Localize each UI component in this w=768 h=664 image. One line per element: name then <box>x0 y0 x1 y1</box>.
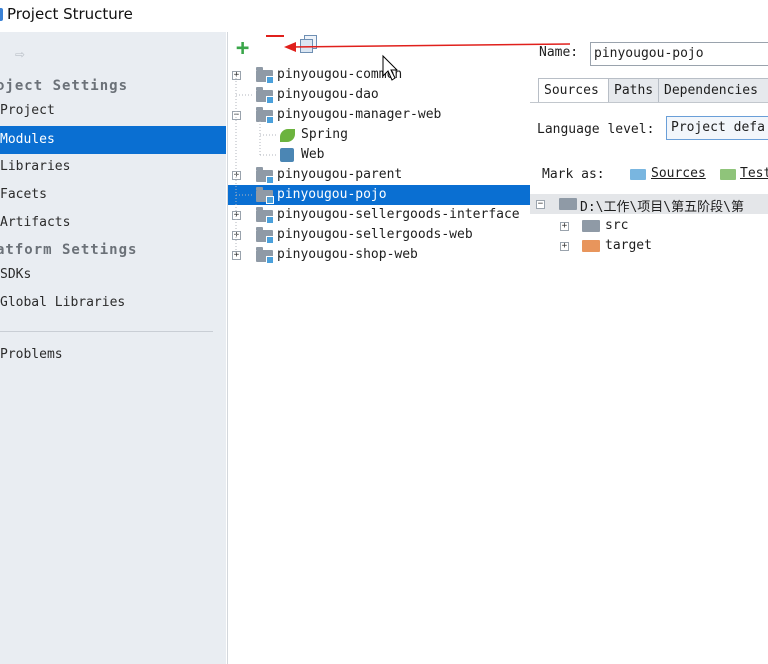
window-title: Project Structure <box>7 5 133 23</box>
platform-settings-header: atform Settings <box>0 242 138 258</box>
tree-row-label: pinyougou-shop-web <box>277 247 418 262</box>
language-level-select[interactable]: Project defa <box>666 116 768 140</box>
add-icon[interactable]: + <box>236 36 249 61</box>
sidebar-item-problems[interactable]: Problems <box>0 341 226 369</box>
sources-folder-icon <box>630 169 646 180</box>
copy-icon[interactable] <box>300 39 313 53</box>
sidebar-item-global-libraries[interactable]: Global Libraries <box>0 289 226 317</box>
sidebar-item-label: Global Libraries <box>0 295 126 310</box>
mark-as-label: Mark as: <box>542 167 605 182</box>
sidebar-item-label: Project <box>0 103 55 118</box>
tree-row-label: pinyougou-sellergoods-interface <box>277 207 520 222</box>
tree-row-label: pinyougou-sellergoods-web <box>277 227 473 242</box>
sidebar-item-project[interactable]: Project <box>0 97 226 125</box>
tests-folder-icon <box>720 169 736 180</box>
content-root-row[interactable]: − D:\工作\项目\第五阶段\第 <box>530 194 768 215</box>
tree-row-label: pinyougou-common <box>277 67 403 82</box>
tree-row-label: pinyougou-dao <box>277 87 379 102</box>
tree-row-label: pinyougou-parent <box>277 167 403 182</box>
tab-sources[interactable]: Sources <box>538 78 610 103</box>
tab-paths[interactable]: Paths <box>608 78 660 103</box>
folder-row-target[interactable]: + target <box>530 236 768 256</box>
project-settings-header: oject Settings <box>0 78 129 94</box>
sidebar-item-label: Facets <box>0 187 47 202</box>
sidebar-item-facets[interactable]: Facets <box>0 181 226 209</box>
folder-label: src <box>605 218 629 233</box>
settings-sidebar: ⇨ oject Settings Project Modules Librari… <box>0 32 226 664</box>
module-name-input[interactable]: pinyougou-pojo <box>590 42 768 66</box>
sidebar-item-label: SDKs <box>0 267 32 282</box>
src-folder-icon <box>582 220 600 232</box>
collapse-icon[interactable]: − <box>536 200 545 209</box>
mark-as-sources-button[interactable]: Sources <box>651 166 706 181</box>
sidebar-item-modules[interactable]: Modules <box>0 126 226 154</box>
app-icon <box>0 8 3 21</box>
folder-row-src[interactable]: + src <box>530 216 768 236</box>
tab-divider <box>530 102 768 103</box>
module-tree: + pinyougou-common pinyougou-dao − pinyo… <box>228 65 530 275</box>
content-root-folder-icon <box>559 198 577 210</box>
name-label: Name: <box>539 45 579 60</box>
sidebar-item-label: Modules <box>0 132 55 147</box>
expand-icon[interactable]: + <box>560 242 569 251</box>
mark-as-tests-button[interactable]: Test <box>740 166 768 181</box>
sidebar-item-label: Artifacts <box>0 215 71 230</box>
content-root-path: D:\工作\项目\第五阶段\第 <box>580 200 744 215</box>
sidebar-item-label: Libraries <box>0 159 71 174</box>
tree-row-label: pinyougou-pojo <box>277 187 387 202</box>
sidebar-divider <box>0 331 213 332</box>
sidebar-item-label: Problems <box>0 347 63 362</box>
tree-row-label: Spring <box>301 127 348 142</box>
forward-arrow-icon[interactable]: ⇨ <box>15 44 35 63</box>
excluded-folder-icon <box>582 240 600 252</box>
expand-icon[interactable]: + <box>560 222 569 231</box>
folder-label: target <box>605 238 652 253</box>
sidebar-item-sdks[interactable]: SDKs <box>0 261 226 289</box>
module-details-panel: Name: pinyougou-pojo Sources Paths Depen… <box>530 32 768 664</box>
sidebar-item-artifacts[interactable]: Artifacts <box>0 209 226 237</box>
sidebar-item-libraries[interactable]: Libraries <box>0 153 226 181</box>
title-bar: Project Structure <box>0 0 768 30</box>
remove-icon[interactable] <box>266 35 284 37</box>
module-tree-panel: + + pinyougou-common pinyougou-dao − pin… <box>227 32 531 664</box>
language-level-label: Language level: <box>537 122 655 137</box>
tab-dependencies[interactable]: Dependencies <box>658 78 768 103</box>
tree-row-label: pinyougou-manager-web <box>277 107 442 122</box>
tree-row-label: Web <box>301 147 325 162</box>
tree-guide-lines <box>235 75 278 255</box>
